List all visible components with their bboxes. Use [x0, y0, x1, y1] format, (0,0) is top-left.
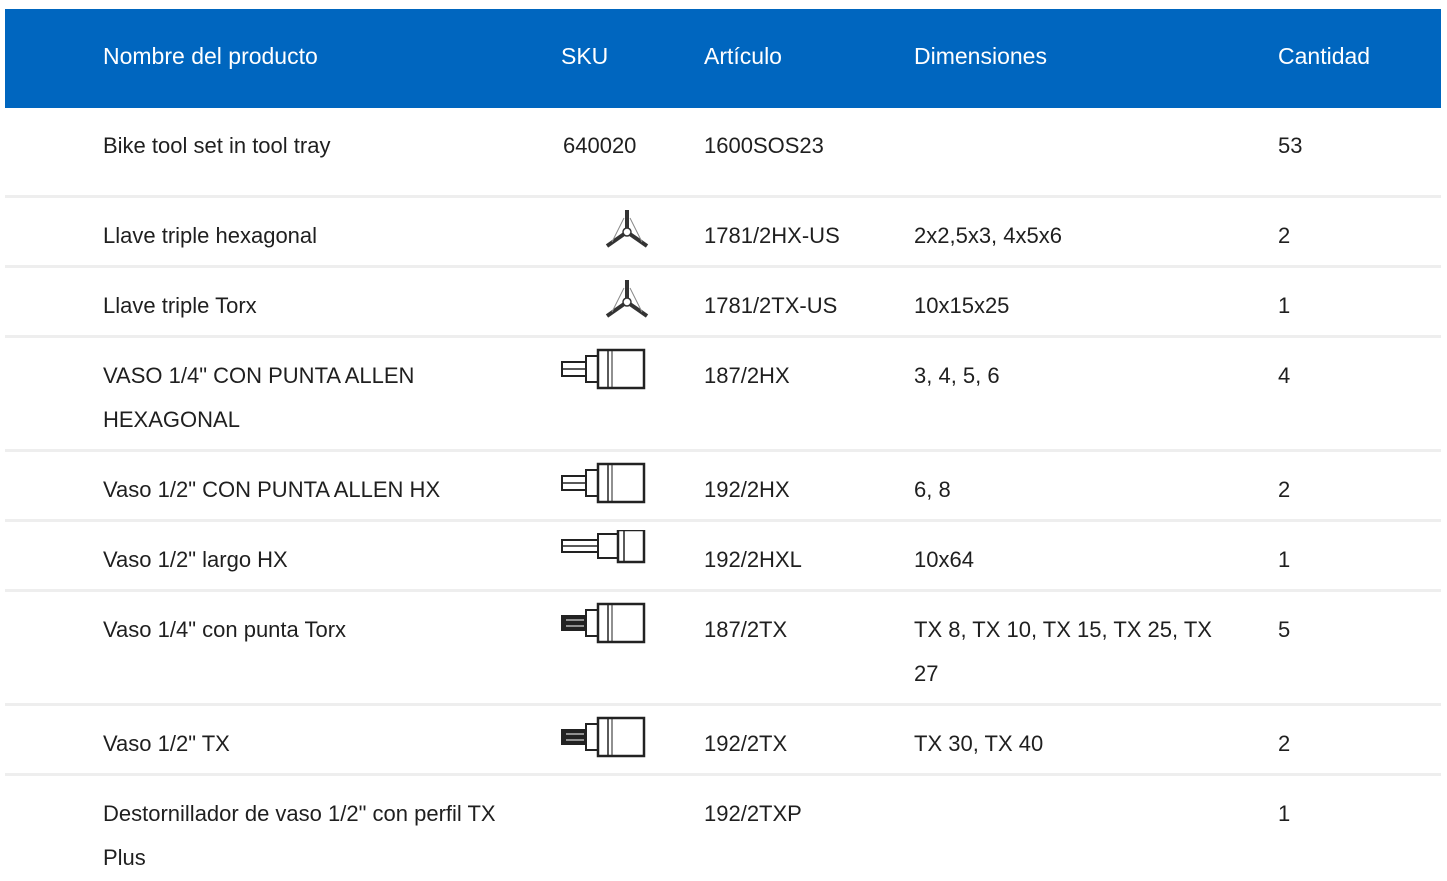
product-dimensions: 3, 4, 5, 6	[914, 363, 1000, 388]
product-name: Vaso 1/4" con punta Torx	[103, 617, 347, 642]
product-quantity: 1	[1278, 801, 1291, 826]
hex-bit-socket-icon	[558, 346, 652, 398]
header-dimensions: Dimensiones	[914, 43, 1047, 69]
header-article: Artículo	[704, 43, 782, 69]
product-sku: 640020	[563, 133, 637, 158]
product-quantity: 2	[1278, 731, 1291, 756]
product-name: Vaso 1/2" CON PUNTA ALLEN HX	[103, 477, 441, 502]
table-header: Nombre del producto SKU Artículo Dimensi…	[5, 9, 1441, 108]
product-name: Vaso 1/2" largo HX	[103, 547, 288, 572]
header-sku: SKU	[561, 43, 609, 69]
product-quantity: 5	[1278, 617, 1291, 642]
product-article: 192/2HXL	[704, 547, 802, 572]
table-row: VASO 1/4" CON PUNTA ALLEN HEXAGONAL 187/…	[5, 338, 1441, 452]
product-dimensions: TX 30, TX 40	[914, 731, 1044, 756]
table-row: Destornillador de vaso 1/2" con perfil T…	[5, 776, 1441, 881]
product-quantity: 2	[1278, 477, 1291, 502]
table-row: Llave triple Torx 1781/2TX-US 10x15x25 1	[5, 268, 1441, 338]
product-name: Vaso 1/2" TX	[103, 731, 230, 756]
product-name: Bike tool set in tool tray	[103, 133, 331, 158]
table-row: Llave triple hexagonal 1781/2HX-US 2x2,5…	[5, 198, 1441, 268]
table-row: Vaso 1/4" con punta Torx 187/2TX TX 8, T…	[5, 592, 1441, 706]
product-name: Llave triple hexagonal	[103, 223, 318, 248]
product-name: Llave triple Torx	[103, 293, 257, 318]
product-quantity: 1	[1278, 547, 1291, 572]
table-row: Bike tool set in tool tray 640020 1600SO…	[5, 108, 1441, 198]
product-article: 1781/2TX-US	[704, 293, 838, 318]
product-article: 192/2HX	[704, 477, 790, 502]
product-dimensions: 10x15x25	[914, 293, 1010, 318]
product-article: 187/2TX	[704, 617, 788, 642]
product-article: 1781/2HX-US	[704, 223, 840, 248]
triple-wrench-icon	[558, 206, 652, 258]
product-name: Destornillador de vaso 1/2" con perfil T…	[103, 801, 496, 870]
product-quantity: 53	[1278, 133, 1303, 158]
product-article: 192/2TX	[704, 731, 788, 756]
product-table: Nombre del producto SKU Artículo Dimensi…	[5, 9, 1441, 881]
header-product-name: Nombre del producto	[103, 43, 318, 69]
table-row: Vaso 1/2" TX 192/2TX TX 30, TX 40 2	[5, 706, 1441, 776]
table-row: Vaso 1/2" largo HX 192/2HXL 10x64 1	[5, 522, 1441, 592]
product-quantity: 2	[1278, 223, 1291, 248]
hex-bit-socket-icon	[558, 460, 652, 512]
triple-wrench-icon	[558, 276, 652, 328]
torx-bit-socket-icon	[558, 714, 652, 766]
long-hex-bit-socket-icon	[558, 530, 652, 582]
product-dimensions: 6, 8	[914, 477, 951, 502]
header-quantity: Cantidad	[1278, 43, 1371, 69]
product-quantity: 4	[1278, 363, 1291, 388]
product-name: VASO 1/4" CON PUNTA ALLEN HEXAGONAL	[103, 363, 415, 432]
product-dimensions: TX 8, TX 10, TX 15, TX 25, TX 27	[914, 617, 1212, 686]
product-dimensions: 2x2,5x3, 4x5x6	[914, 223, 1062, 248]
product-article: 1600SOS23	[704, 133, 824, 158]
product-quantity: 1	[1278, 293, 1291, 318]
product-article: 187/2HX	[704, 363, 790, 388]
table-row: Vaso 1/2" CON PUNTA ALLEN HX 192/2HX 6, …	[5, 452, 1441, 522]
product-dimensions: 10x64	[914, 547, 974, 572]
torx-bit-socket-icon	[558, 600, 652, 652]
product-article: 192/2TXP	[704, 801, 802, 826]
